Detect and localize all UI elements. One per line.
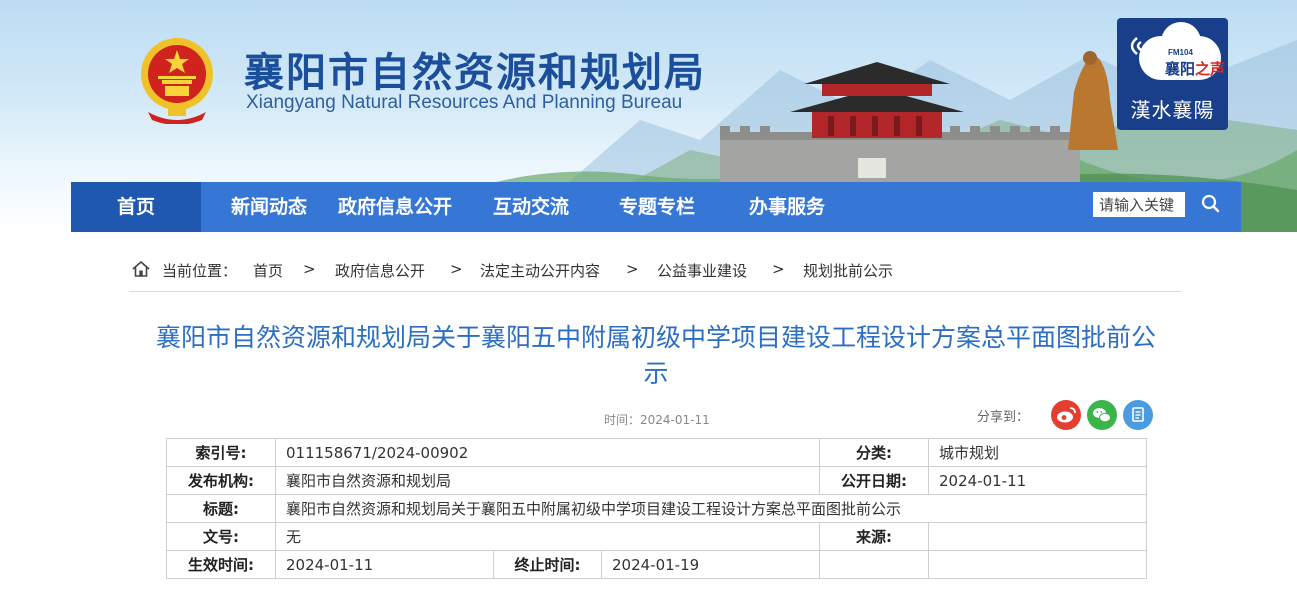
category-label: 分类: (819, 438, 929, 467)
effective-value: 2024-01-11 (275, 550, 494, 579)
article-time-value: 2024-01-11 (640, 413, 710, 427)
breadcrumb-separator: > (626, 260, 639, 278)
radio-wave-icon (1130, 37, 1142, 55)
article-title: 襄阳市自然资源和规划局关于襄阳五中附属初级中学项目建设工程设计方案总平面图批前公… (155, 323, 1156, 388)
empty-cell (928, 550, 1147, 579)
breadcrumb-separator: > (772, 260, 785, 278)
pubdate-value: 2024-01-11 (928, 466, 1147, 495)
empty-cell (819, 550, 929, 579)
table-row: 生效时间: 2024-01-11 终止时间: 2024-01-19 (166, 550, 1147, 579)
publisher-label: 发布机构: (166, 466, 276, 495)
site-title: 襄阳市自然资源和规划局 (244, 50, 706, 96)
search-icon (1201, 194, 1220, 213)
radio-frequency: FM104 (1168, 48, 1193, 57)
radio-name-a: 襄阳 (1165, 60, 1196, 78)
docno-value: 无 (275, 522, 820, 551)
share-weibo-button[interactable] (1051, 400, 1081, 430)
table-row: 文号: 无 来源: (166, 522, 1147, 551)
source-label: 来源: (819, 522, 929, 551)
radio-station-badge[interactable]: FM104 襄阳之声 漢水襄陽 (1117, 18, 1228, 130)
breadcrumb-prefix: 当前位置： (162, 262, 238, 280)
share-qzone-button[interactable] (1123, 400, 1153, 430)
radio-cloud-shape: FM104 襄阳之声 (1139, 22, 1225, 80)
radio-name-b: 之声 (1195, 60, 1226, 78)
breadcrumb-link-gov-info[interactable]: 政府信息公开 (335, 262, 425, 280)
index-label: 索引号: (166, 438, 276, 467)
article-time: 时间：2024-01-11 (604, 411, 710, 428)
breadcrumb-separator: > (450, 260, 463, 278)
table-row: 标题: 襄阳市自然资源和规划局关于襄阳五中附属初级中学项目建设工程设计方案总平面… (166, 494, 1147, 523)
category-value: 城市规划 (928, 438, 1147, 467)
breadcrumb-link-statutory[interactable]: 法定主动公开内容 (480, 262, 600, 280)
nav-item-news[interactable]: 新闻动态 (221, 182, 317, 232)
nav-item-topics[interactable]: 专题专栏 (609, 182, 705, 232)
nav-item-services[interactable]: 办事服务 (739, 182, 835, 232)
share-label: 分享到： (977, 410, 1030, 425)
nav-item-interaction[interactable]: 互动交流 (481, 182, 581, 232)
publisher-value: 襄阳市自然资源和规划局 (275, 466, 820, 495)
nav-item-home[interactable]: 首页 (71, 182, 201, 232)
source-value (928, 522, 1147, 551)
site-subtitle: Xiangyang Natural Resources And Planning… (246, 92, 683, 113)
end-label: 终止时间: (493, 550, 602, 579)
breadcrumb-item-public-welfare[interactable]: 公益事业建设 (657, 260, 747, 281)
radio-name: 襄阳之声 (1165, 58, 1225, 79)
qzone-icon (1132, 407, 1144, 422)
end-value: 2024-01-19 (601, 550, 820, 579)
effective-label: 生效时间: (166, 550, 276, 579)
wechat-icon (1093, 408, 1111, 423)
title-value: 襄阳市自然资源和规划局关于襄阳五中附属初级中学项目建设工程设计方案总平面图批前公… (275, 494, 1147, 523)
search-input[interactable] (1093, 192, 1185, 217)
index-value: 011158671/2024-00902 (275, 438, 820, 467)
radio-slogan: 漢水襄陽 (1130, 98, 1215, 122)
breadcrumb-item-statutory[interactable]: 法定主动公开内容 (480, 260, 600, 281)
breadcrumb-item-gov-info[interactable]: 政府信息公开 (335, 260, 425, 281)
breadcrumb-link-current[interactable]: 规划批前公示 (803, 262, 893, 280)
search-button[interactable] (1189, 190, 1233, 218)
home-icon (132, 261, 150, 277)
table-row: 索引号: 011158671/2024-00902 分类: 城市规划 (166, 438, 1147, 467)
breadcrumb-item-home[interactable]: 首页 (253, 260, 283, 281)
pubdate-label: 公开日期: (819, 466, 929, 495)
document-info-table: 索引号: 011158671/2024-00902 分类: 城市规划 发布机构:… (166, 438, 1147, 579)
table-row: 发布机构: 襄阳市自然资源和规划局 公开日期: 2024-01-11 (166, 466, 1147, 495)
docno-label: 文号: (166, 522, 276, 551)
breadcrumb-link-public-welfare[interactable]: 公益事业建设 (657, 262, 747, 280)
nav-item-gov-info[interactable]: 政府信息公开 (333, 182, 457, 232)
weibo-icon (1057, 407, 1076, 423)
breadcrumb-link-home[interactable]: 首页 (253, 262, 283, 280)
breadcrumb-separator: > (303, 260, 316, 278)
breadcrumb: 当前位置： 首页 > 政府信息公开 > 法定主动公开内容 > 公益事业建设 > … (129, 252, 1182, 292)
share-wechat-button[interactable] (1087, 400, 1117, 430)
national-emblem-icon (141, 38, 213, 124)
title-label: 标题: (166, 494, 276, 523)
main-nav: 首页 新闻动态 政府信息公开 互动交流 专题专栏 办事服务 (71, 182, 1241, 232)
article-time-label: 时间： (604, 413, 641, 427)
breadcrumb-item-current[interactable]: 规划批前公示 (803, 260, 893, 281)
